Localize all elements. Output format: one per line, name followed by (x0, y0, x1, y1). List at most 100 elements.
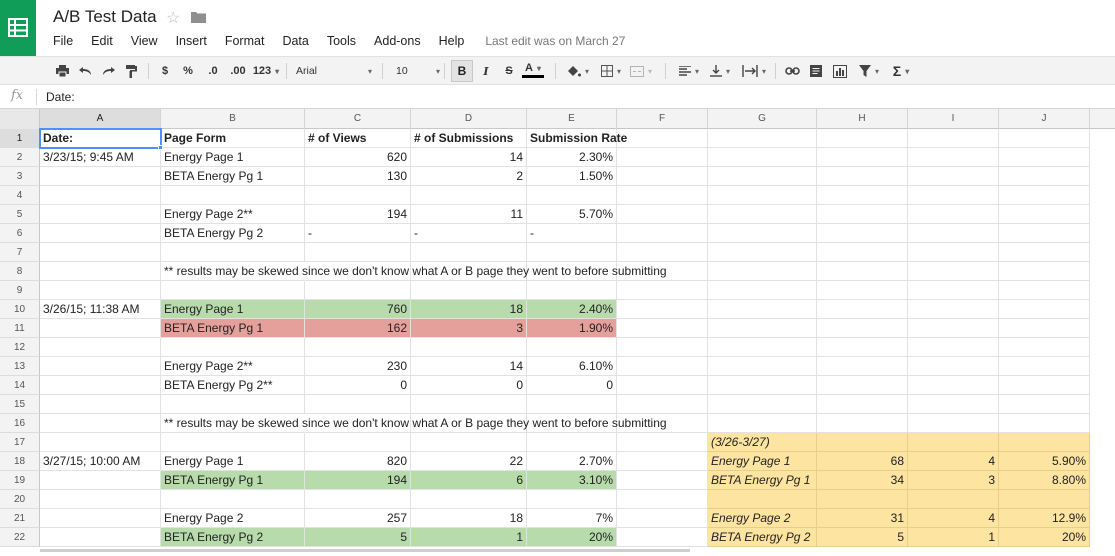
star-icon[interactable]: ☆ (166, 8, 180, 28)
cell-c10[interactable]: 760 (305, 300, 411, 319)
cell-i22[interactable]: 1 (908, 528, 999, 547)
cell-f4[interactable] (617, 186, 708, 205)
text-color-button[interactable]: A ▾ (522, 61, 544, 78)
row-header[interactable]: 11 (0, 319, 40, 338)
cell-f21[interactable] (617, 509, 708, 528)
cell-e18[interactable]: 2.70% (527, 452, 617, 471)
cell-a6[interactable] (40, 224, 161, 243)
cell-b12[interactable] (161, 338, 305, 357)
column-header-a[interactable]: A (40, 109, 161, 129)
cell-j6[interactable] (999, 224, 1090, 243)
cell-g10[interactable] (708, 300, 817, 319)
cell-i1[interactable] (908, 129, 999, 148)
cell-d13[interactable]: 14 (411, 357, 527, 376)
cell-h15[interactable] (817, 395, 908, 414)
cell-h21[interactable]: 31 (817, 509, 908, 528)
redo-button[interactable] (100, 61, 116, 81)
cell-e1[interactable]: Submission Rate (527, 129, 627, 148)
merge-cells-button[interactable]: ▾ (628, 61, 654, 81)
borders-button[interactable]: ▾ (598, 61, 624, 81)
undo-button[interactable] (77, 61, 93, 81)
cell-g21[interactable]: Energy Page 2 (708, 509, 817, 528)
cell-g6[interactable] (708, 224, 817, 243)
cell-b21[interactable]: Energy Page 2 (161, 509, 305, 528)
cell-i9[interactable] (908, 281, 999, 300)
row-header[interactable]: 22 (0, 528, 40, 547)
cell-e5[interactable]: 5.70% (527, 205, 617, 224)
cell-j22[interactable]: 20% (999, 528, 1090, 547)
cell-a17[interactable] (40, 433, 161, 452)
row-header[interactable]: 14 (0, 376, 40, 395)
cell-b18[interactable]: Energy Page 1 (161, 452, 305, 471)
cell-c6[interactable]: - (305, 224, 411, 243)
cell-j5[interactable] (999, 205, 1090, 224)
decrease-decimal-button[interactable]: .0 (202, 61, 224, 81)
cell-i6[interactable] (908, 224, 999, 243)
row-header[interactable]: 18 (0, 452, 40, 471)
insert-comment-button[interactable] (807, 61, 825, 81)
functions-button[interactable]: Σ ▾ (888, 61, 914, 81)
cell-c11[interactable]: 162 (305, 319, 411, 338)
cell-f22[interactable] (617, 528, 708, 547)
cell-b2[interactable]: Energy Page 1 (161, 148, 305, 167)
cell-f1[interactable] (617, 129, 708, 148)
menu-addons[interactable]: Add-ons (365, 33, 430, 51)
cell-g1[interactable] (708, 129, 817, 148)
cell-d11[interactable]: 3 (411, 319, 527, 338)
cell-d4[interactable] (411, 186, 527, 205)
cell-f7[interactable] (617, 243, 708, 262)
cell-i16[interactable] (908, 414, 999, 433)
cell-h19[interactable]: 34 (817, 471, 908, 490)
column-header-f[interactable]: F (617, 109, 708, 129)
cell-a16[interactable] (40, 414, 161, 433)
cell-f19[interactable] (617, 471, 708, 490)
menu-file[interactable]: File (44, 33, 82, 51)
filter-button[interactable]: ▾ (856, 61, 882, 81)
cell-a10[interactable]: 3/26/15; 11:38 AM (40, 300, 161, 319)
cell-f10[interactable] (617, 300, 708, 319)
cell-a21[interactable] (40, 509, 161, 528)
cell-a11[interactable] (40, 319, 161, 338)
cell-f11[interactable] (617, 319, 708, 338)
row-header[interactable]: 5 (0, 205, 40, 224)
cell-i5[interactable] (908, 205, 999, 224)
cell-j10[interactable] (999, 300, 1090, 319)
cell-h13[interactable] (817, 357, 908, 376)
cell-g8[interactable] (708, 262, 817, 281)
cell-j21[interactable]: 12.9% (999, 509, 1090, 528)
currency-format-button[interactable]: $ (158, 61, 172, 81)
cell-e19[interactable]: 3.10% (527, 471, 617, 490)
cell-h1[interactable] (817, 129, 908, 148)
cell-a1[interactable]: Date: (39, 128, 162, 149)
cell-c21[interactable]: 257 (305, 509, 411, 528)
cell-h6[interactable] (817, 224, 908, 243)
row-header[interactable]: 13 (0, 357, 40, 376)
cell-i17[interactable] (908, 433, 999, 452)
more-formats-button[interactable]: 123 ▾ (250, 61, 282, 81)
row-header[interactable]: 4 (0, 186, 40, 205)
cell-e11[interactable]: 1.90% (527, 319, 617, 338)
cell-f2[interactable] (617, 148, 708, 167)
cell-e6[interactable]: - (527, 224, 617, 243)
folder-icon[interactable] (191, 11, 206, 26)
cell-j19[interactable]: 8.80% (999, 471, 1090, 490)
cell-j11[interactable] (999, 319, 1090, 338)
cell-h2[interactable] (817, 148, 908, 167)
cell-c13[interactable]: 230 (305, 357, 411, 376)
cell-i8[interactable] (908, 262, 999, 281)
cell-h10[interactable] (817, 300, 908, 319)
cell-b11[interactable]: BETA Energy Pg 1 (161, 319, 305, 338)
cell-b5[interactable]: Energy Page 2** (161, 205, 305, 224)
cell-g19[interactable]: BETA Energy Pg 1 (708, 471, 817, 490)
paint-format-button[interactable] (123, 61, 139, 81)
cell-b4[interactable] (161, 186, 305, 205)
cell-i15[interactable] (908, 395, 999, 414)
vertical-align-button[interactable]: ▾ (707, 61, 733, 81)
cell-a19[interactable] (40, 471, 161, 490)
cell-j9[interactable] (999, 281, 1090, 300)
cell-i4[interactable] (908, 186, 999, 205)
column-header-d[interactable]: D (411, 109, 527, 129)
row-header[interactable]: 7 (0, 243, 40, 262)
cell-d2[interactable]: 14 (411, 148, 527, 167)
cell-c17[interactable] (305, 433, 411, 452)
